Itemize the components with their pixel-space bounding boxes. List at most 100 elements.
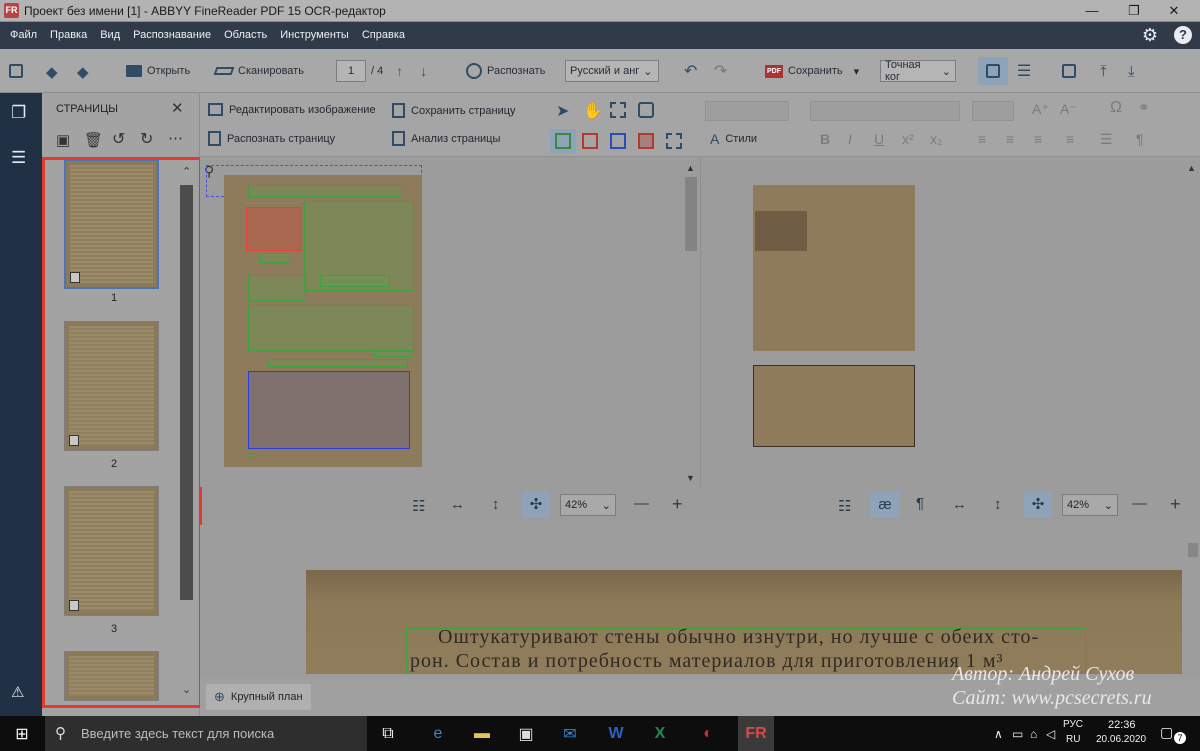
list-icon[interactable]: ☰ (11, 148, 26, 168)
font-shrink-icon[interactable]: A⁻ (1060, 101, 1077, 118)
warning-icon[interactable]: ⚠ (11, 683, 24, 701)
zoom-out-icon[interactable]: — (1132, 495, 1147, 512)
delete-area-icon[interactable] (610, 102, 626, 118)
pages-panel-icon[interactable]: ❐ (11, 103, 26, 123)
text-area-tool[interactable] (550, 129, 576, 153)
picture-area-icon[interactable] (582, 133, 598, 149)
layers-button[interactable]: ◆ (77, 59, 93, 83)
page-thumbnail[interactable] (64, 486, 159, 616)
import-button[interactable]: ⤓ (1128, 59, 1135, 83)
ligature-icon[interactable]: æ (870, 492, 900, 518)
scroll-up-icon[interactable]: ▲ (1187, 163, 1196, 173)
rotate-left-icon[interactable]: ↺ (112, 129, 125, 149)
battery-icon[interactable]: ▭ (1012, 727, 1023, 741)
image-scrollbar[interactable] (685, 177, 697, 251)
fit-width-icon[interactable]: ↔ (450, 496, 465, 513)
special-char-icon[interactable]: Ω (1110, 99, 1122, 117)
closeup-button[interactable]: ⊕ Крупный план (206, 684, 311, 710)
verify-button[interactable] (1062, 59, 1076, 83)
scroll-up-icon[interactable]: ▲ (686, 163, 695, 173)
scroll-down-icon[interactable]: ⌄ (182, 683, 191, 696)
select-area-icon[interactable] (666, 133, 682, 149)
background-picture-icon[interactable] (638, 133, 654, 149)
hand-icon[interactable]: ✋ (583, 101, 603, 121)
menu-edit[interactable]: Правка (50, 22, 87, 49)
rotate-right-icon[interactable]: ↻ (140, 129, 153, 149)
zoom-in-icon[interactable]: + (672, 494, 683, 515)
menu-file[interactable]: Файл (10, 22, 37, 49)
align-left-icon[interactable]: ≡ (978, 131, 986, 147)
fit-list-icon[interactable]: ☷ (838, 497, 851, 515)
acrobat-icon[interactable]: ◐ (690, 716, 726, 751)
volume-icon[interactable]: ◁ (1046, 727, 1055, 741)
closeup-scrollbar[interactable] (1188, 543, 1198, 557)
analyze-page-button[interactable]: Анализ страницы (392, 131, 500, 146)
network-icon[interactable]: ⌂ (1030, 727, 1037, 741)
menu-recognition[interactable]: Распознавание (133, 22, 211, 49)
scroll-down-icon[interactable]: ▼ (686, 473, 695, 483)
text-view-toggle[interactable]: ☰ (1012, 59, 1036, 83)
start-icon[interactable]: ⊞ (4, 716, 40, 751)
close-window-button[interactable]: ✕ (1154, 2, 1194, 20)
language-select[interactable]: Русский и анг ⌄ (565, 59, 659, 83)
zoom-in-icon[interactable]: + (1170, 494, 1181, 515)
pages-scrollbar[interactable] (180, 185, 193, 600)
open-button[interactable]: Открыть (126, 59, 190, 83)
align-center-icon[interactable]: ≡ (1006, 131, 1014, 147)
page-thumbnail[interactable] (64, 159, 159, 289)
redo-button[interactable]: ↷ (714, 59, 727, 83)
recognize-area-icon[interactable] (638, 102, 654, 118)
maximize-button[interactable]: ❐ (1114, 2, 1154, 20)
trash-icon[interactable]: 🗑 (84, 131, 103, 149)
table-area-icon[interactable] (610, 133, 626, 149)
zoom-out-icon[interactable]: — (634, 495, 649, 512)
finereader-taskbar-icon[interactable]: FR (738, 716, 774, 751)
store-icon[interactable]: ▣ (508, 716, 544, 751)
page-number-input[interactable]: 1 (336, 60, 366, 82)
minimize-button[interactable]: — (1072, 2, 1112, 20)
mail-icon[interactable]: ✉ (552, 716, 588, 751)
file-explorer-icon[interactable]: ▬ (464, 716, 500, 751)
fit-width-icon[interactable]: ↔ (952, 496, 967, 513)
save-page-button[interactable]: Сохранить страницу (392, 103, 516, 118)
save-icon[interactable]: ▣ (56, 131, 70, 149)
more-icon[interactable]: ⋯ (168, 129, 183, 147)
menu-tools[interactable]: Инструменты (280, 22, 349, 49)
notification-icon[interactable]: ▢ (1160, 724, 1173, 741)
clock-time[interactable]: 22:36 (1108, 719, 1136, 731)
font-grow-icon[interactable]: A⁺ (1032, 101, 1049, 118)
gear-icon[interactable]: ⚙ (1142, 26, 1158, 44)
edit-image-button[interactable]: Редактировать изображение (208, 103, 376, 116)
word-icon[interactable]: W (598, 716, 634, 751)
pilcrow-icon[interactable]: ¶ (916, 495, 924, 512)
italic-icon[interactable]: I (848, 131, 852, 147)
align-right-icon[interactable]: ≡ (1034, 131, 1042, 147)
new-task-button[interactable] (9, 59, 23, 83)
menu-area[interactable]: Область (224, 22, 267, 49)
recognize-button[interactable]: Распознать (466, 59, 545, 83)
taskbar-search[interactable]: ⚲ Введите здесь текст для поиска (45, 716, 367, 751)
image-pane[interactable]: ⚲ ▲ ▼ (200, 157, 700, 487)
arrow-down-icon[interactable]: ↓ (420, 63, 427, 79)
page-thumbnail[interactable] (64, 651, 159, 701)
font-select[interactable] (810, 101, 960, 121)
underline-icon[interactable]: U (874, 131, 884, 147)
scan-button[interactable]: Сканировать (213, 59, 304, 83)
paragraph-icon[interactable]: ¶ (1136, 131, 1144, 147)
recognize-page-button[interactable]: Распознать страницу (208, 131, 335, 146)
menu-view[interactable]: Вид (100, 22, 120, 49)
save-button[interactable]: PDF Сохранить ▾ (765, 59, 859, 83)
tray-chevron-icon[interactable]: ∧ (994, 727, 1003, 741)
undo-button[interactable]: ↶ (684, 59, 697, 83)
fit-height-icon[interactable]: ↕ (492, 496, 500, 513)
text-pane[interactable]: ▲ (700, 157, 1200, 487)
close-icon[interactable]: ✕ (171, 99, 184, 117)
styles-button[interactable]: A Стили (710, 131, 757, 147)
font-size-select[interactable] (972, 101, 1014, 121)
input-lang[interactable]: РУС (1063, 719, 1083, 730)
scroll-up-icon[interactable]: ⌃ (182, 165, 191, 178)
list-format-icon[interactable]: ☰ (1100, 131, 1113, 148)
bold-icon[interactable]: B (820, 131, 830, 147)
edge-icon[interactable]: e (420, 716, 456, 751)
justify-icon[interactable]: ≡ (1066, 131, 1074, 147)
